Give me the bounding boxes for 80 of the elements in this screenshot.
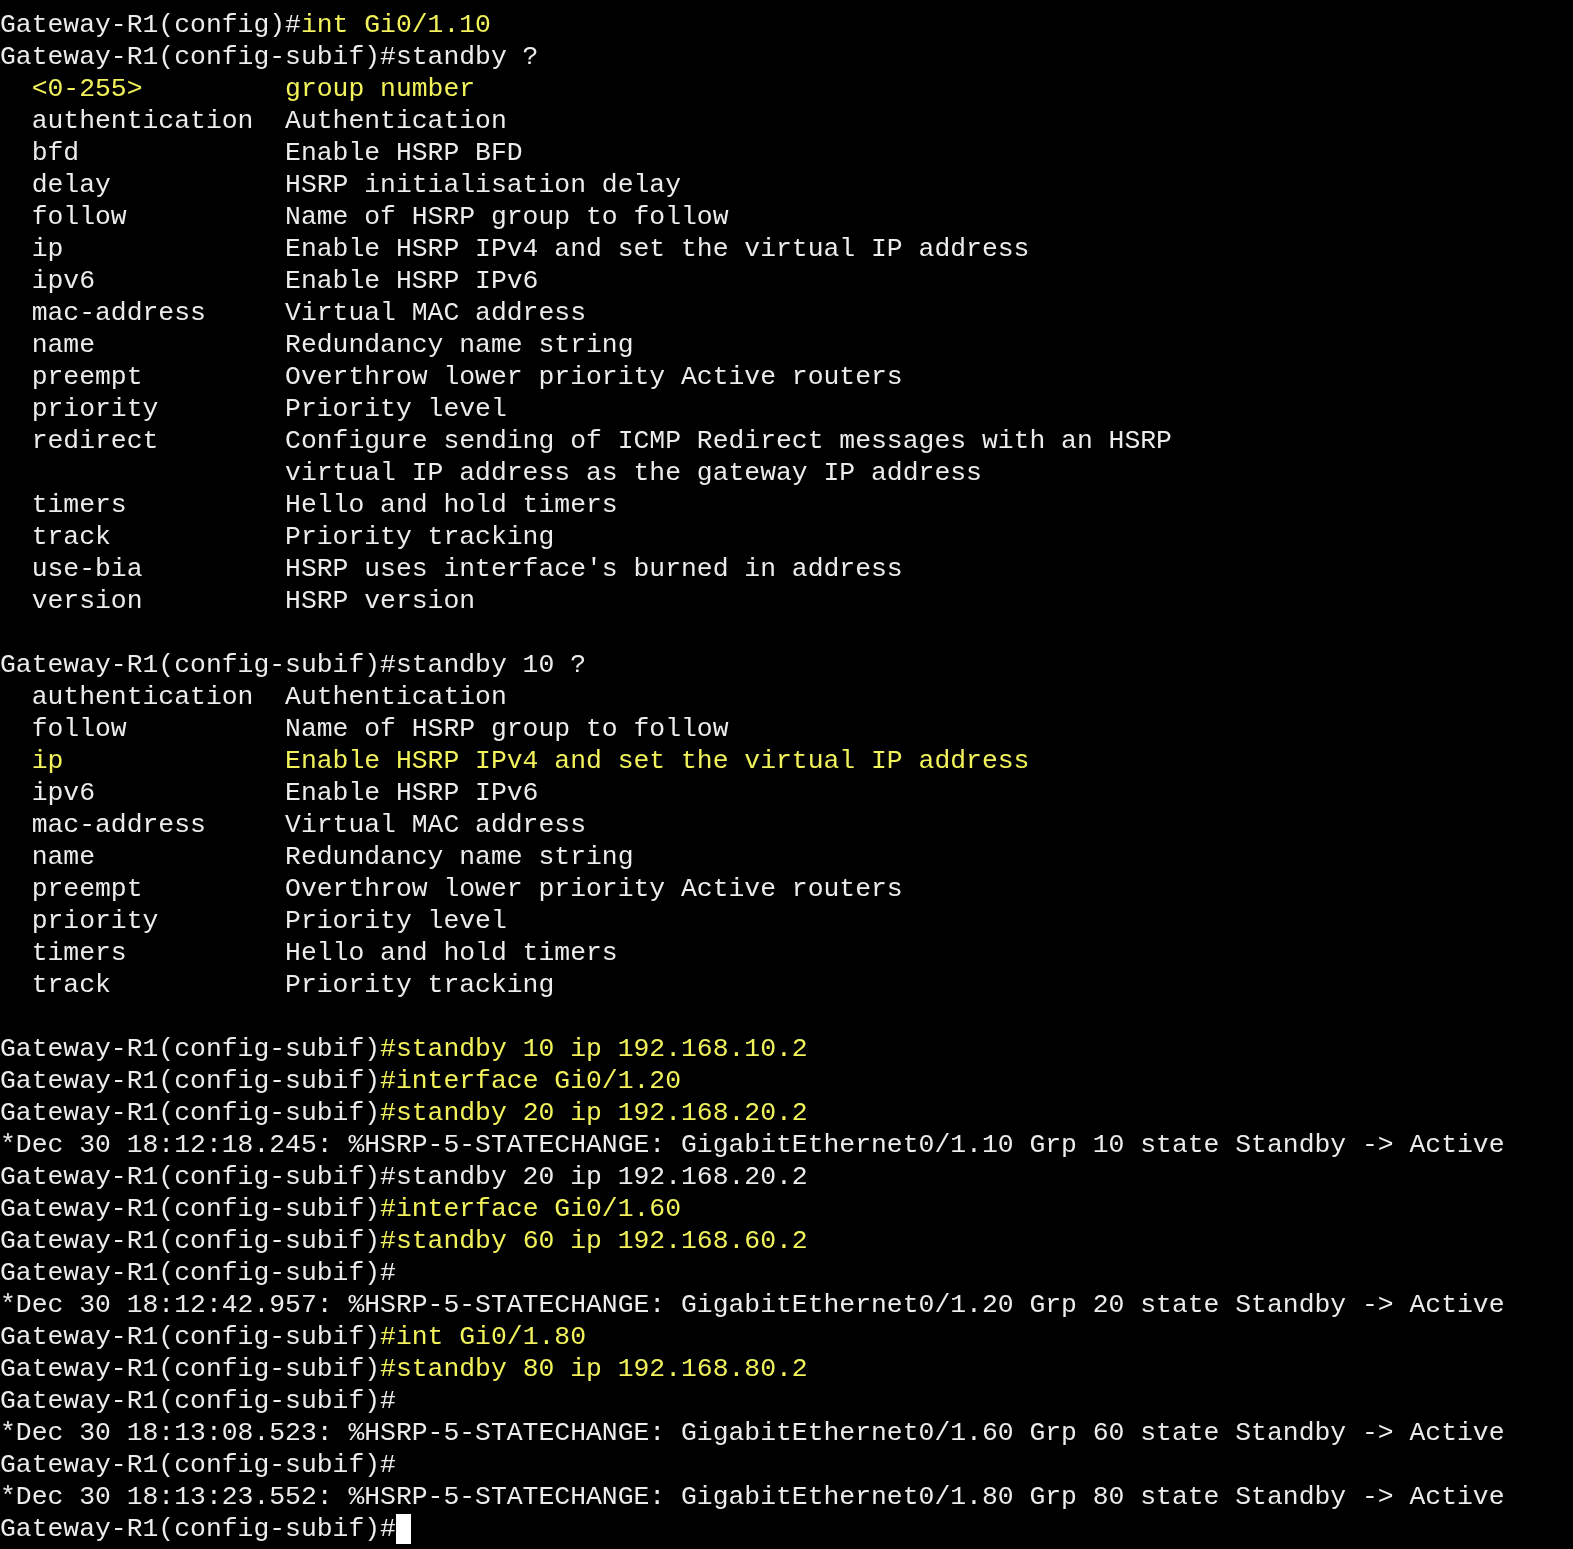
help-keyword: authentication	[31, 106, 254, 136]
terminal-text: *Dec 30 18:13:08.523: %HSRP-5-STATECHANGE: GigabitEthernet0/1.60 Grp 60 state Standby -> Active	[0, 1417, 1505, 1449]
help-description: Priority tracking	[285, 969, 555, 1001]
terminal-text: #interface Gi0/1.20	[380, 1065, 681, 1097]
terminal-text: Gateway-R1(config-subif)#	[0, 1385, 396, 1417]
help-keyword: priority	[31, 906, 159, 936]
help-keyword: timers	[31, 938, 127, 968]
help-description: Overthrow lower priority Active routers	[285, 361, 903, 393]
help-keyword: ipv6	[31, 778, 96, 808]
help-description: Authentication	[285, 681, 507, 713]
help-description: HSRP initialisation delay	[285, 169, 681, 201]
help-description: Enable HSRP BFD	[285, 137, 523, 169]
terminal-text: Gateway-R1(config-subif)#	[0, 1449, 396, 1481]
help-keyword: preempt	[31, 874, 143, 904]
terminal-text: #int Gi0/1.80	[380, 1321, 586, 1353]
terminal-text: #standby 20 ip 192.168.20.2	[380, 1097, 808, 1129]
terminal-text: #standby 60 ip 192.168.60.2	[380, 1225, 808, 1257]
help-keyword: <0-255>	[31, 74, 143, 104]
help-keyword: name	[31, 842, 96, 872]
terminal-text: #interface Gi0/1.60	[380, 1193, 681, 1225]
terminal-text: Gateway-R1(config-subif)	[0, 1193, 381, 1225]
help-keyword: mac-address	[31, 810, 206, 840]
terminal-text: Gateway-R1(config-subif)	[0, 1353, 381, 1385]
help-description: Configure sending of ICMP Redirect messages with an HSRP	[285, 425, 1172, 457]
help-description: Overthrow lower priority Active routers	[285, 873, 903, 905]
terminal-text: Gateway-R1(config-subif)	[0, 1225, 381, 1257]
terminal-text: Gateway-R1(config-subif)#standby 10 ?	[0, 649, 586, 681]
terminal-text: Gateway-R1(config)#	[0, 9, 301, 41]
help-keyword: track	[31, 970, 111, 1000]
help-description: Enable HSRP IPv4 and set the virtual IP address	[285, 745, 1030, 777]
help-keyword: name	[31, 330, 96, 360]
help-keyword: ip	[31, 234, 64, 264]
terminal-text: Gateway-R1(config-subif)	[0, 1065, 381, 1097]
help-keyword: timers	[31, 490, 127, 520]
help-keyword: use-bia	[31, 554, 143, 584]
help-keyword: ip	[31, 746, 64, 776]
terminal-text: Gateway-R1(config-subif)#standby ?	[0, 41, 539, 73]
help-description: Priority level	[285, 905, 507, 937]
terminal-text: #standby 80 ip 192.168.80.2	[380, 1353, 808, 1385]
help-keyword: preempt	[31, 362, 143, 392]
help-keyword: follow	[31, 202, 127, 232]
help-description: Enable HSRP IPv6	[285, 777, 539, 809]
help-description: group number	[285, 73, 476, 105]
terminal-text: #standby 10 ip 192.168.10.2	[380, 1033, 808, 1065]
help-keyword: authentication	[31, 682, 254, 712]
help-description: Virtual MAC address	[285, 297, 586, 329]
help-description: Redundancy name string	[285, 841, 634, 873]
help-keyword: ipv6	[31, 266, 96, 296]
terminal-text: Gateway-R1(config-subif)#standby 20 ip 192.168.20.2	[0, 1161, 808, 1193]
help-description: Hello and hold timers	[285, 489, 618, 521]
help-keyword: bfd	[31, 138, 80, 168]
help-description: Priority level	[285, 393, 507, 425]
terminal-text: int Gi0/1.10	[300, 9, 491, 41]
terminal-text: *Dec 30 18:13:23.552: %HSRP-5-STATECHANGE: GigabitEthernet0/1.80 Grp 80 state Standby -> Active	[0, 1481, 1505, 1513]
terminal-text: Gateway-R1(config-subif)#	[0, 1513, 396, 1545]
terminal-text: Gateway-R1(config-subif)	[0, 1321, 381, 1353]
help-description: HSRP version	[285, 585, 476, 617]
help-description: Priority tracking	[285, 521, 555, 553]
help-keyword: follow	[31, 714, 127, 744]
terminal-text: Gateway-R1(config-subif)	[0, 1033, 381, 1065]
help-description: virtual IP address as the gateway IP address	[285, 457, 982, 489]
help-description: Name of HSRP group to follow	[285, 201, 729, 233]
help-keyword: delay	[31, 170, 111, 200]
terminal-text: *Dec 30 18:12:42.957: %HSRP-5-STATECHANGE: GigabitEthernet0/1.20 Grp 20 state Standby -> Active	[0, 1289, 1505, 1321]
help-description: Virtual MAC address	[285, 809, 586, 841]
help-description: Enable HSRP IPv6	[285, 265, 539, 297]
help-keyword: priority	[31, 394, 159, 424]
terminal-text: Gateway-R1(config-subif)	[0, 1097, 381, 1129]
terminal-text: *Dec 30 18:12:18.245: %HSRP-5-STATECHANGE: GigabitEthernet0/1.10 Grp 10 state Standby -> Active	[0, 1129, 1505, 1161]
help-description: Enable HSRP IPv4 and set the virtual IP address	[285, 233, 1030, 265]
help-keyword: redirect	[31, 426, 159, 456]
help-description: Hello and hold timers	[285, 937, 618, 969]
help-description: Authentication	[285, 105, 507, 137]
help-keyword: track	[31, 522, 111, 552]
help-keyword: mac-address	[31, 298, 206, 328]
help-description: Redundancy name string	[285, 329, 634, 361]
help-description: HSRP uses interface's burned in address	[285, 553, 903, 585]
help-description: Name of HSRP group to follow	[285, 713, 729, 745]
help-keyword: version	[31, 586, 143, 616]
terminal-text: Gateway-R1(config-subif)#	[0, 1257, 396, 1289]
